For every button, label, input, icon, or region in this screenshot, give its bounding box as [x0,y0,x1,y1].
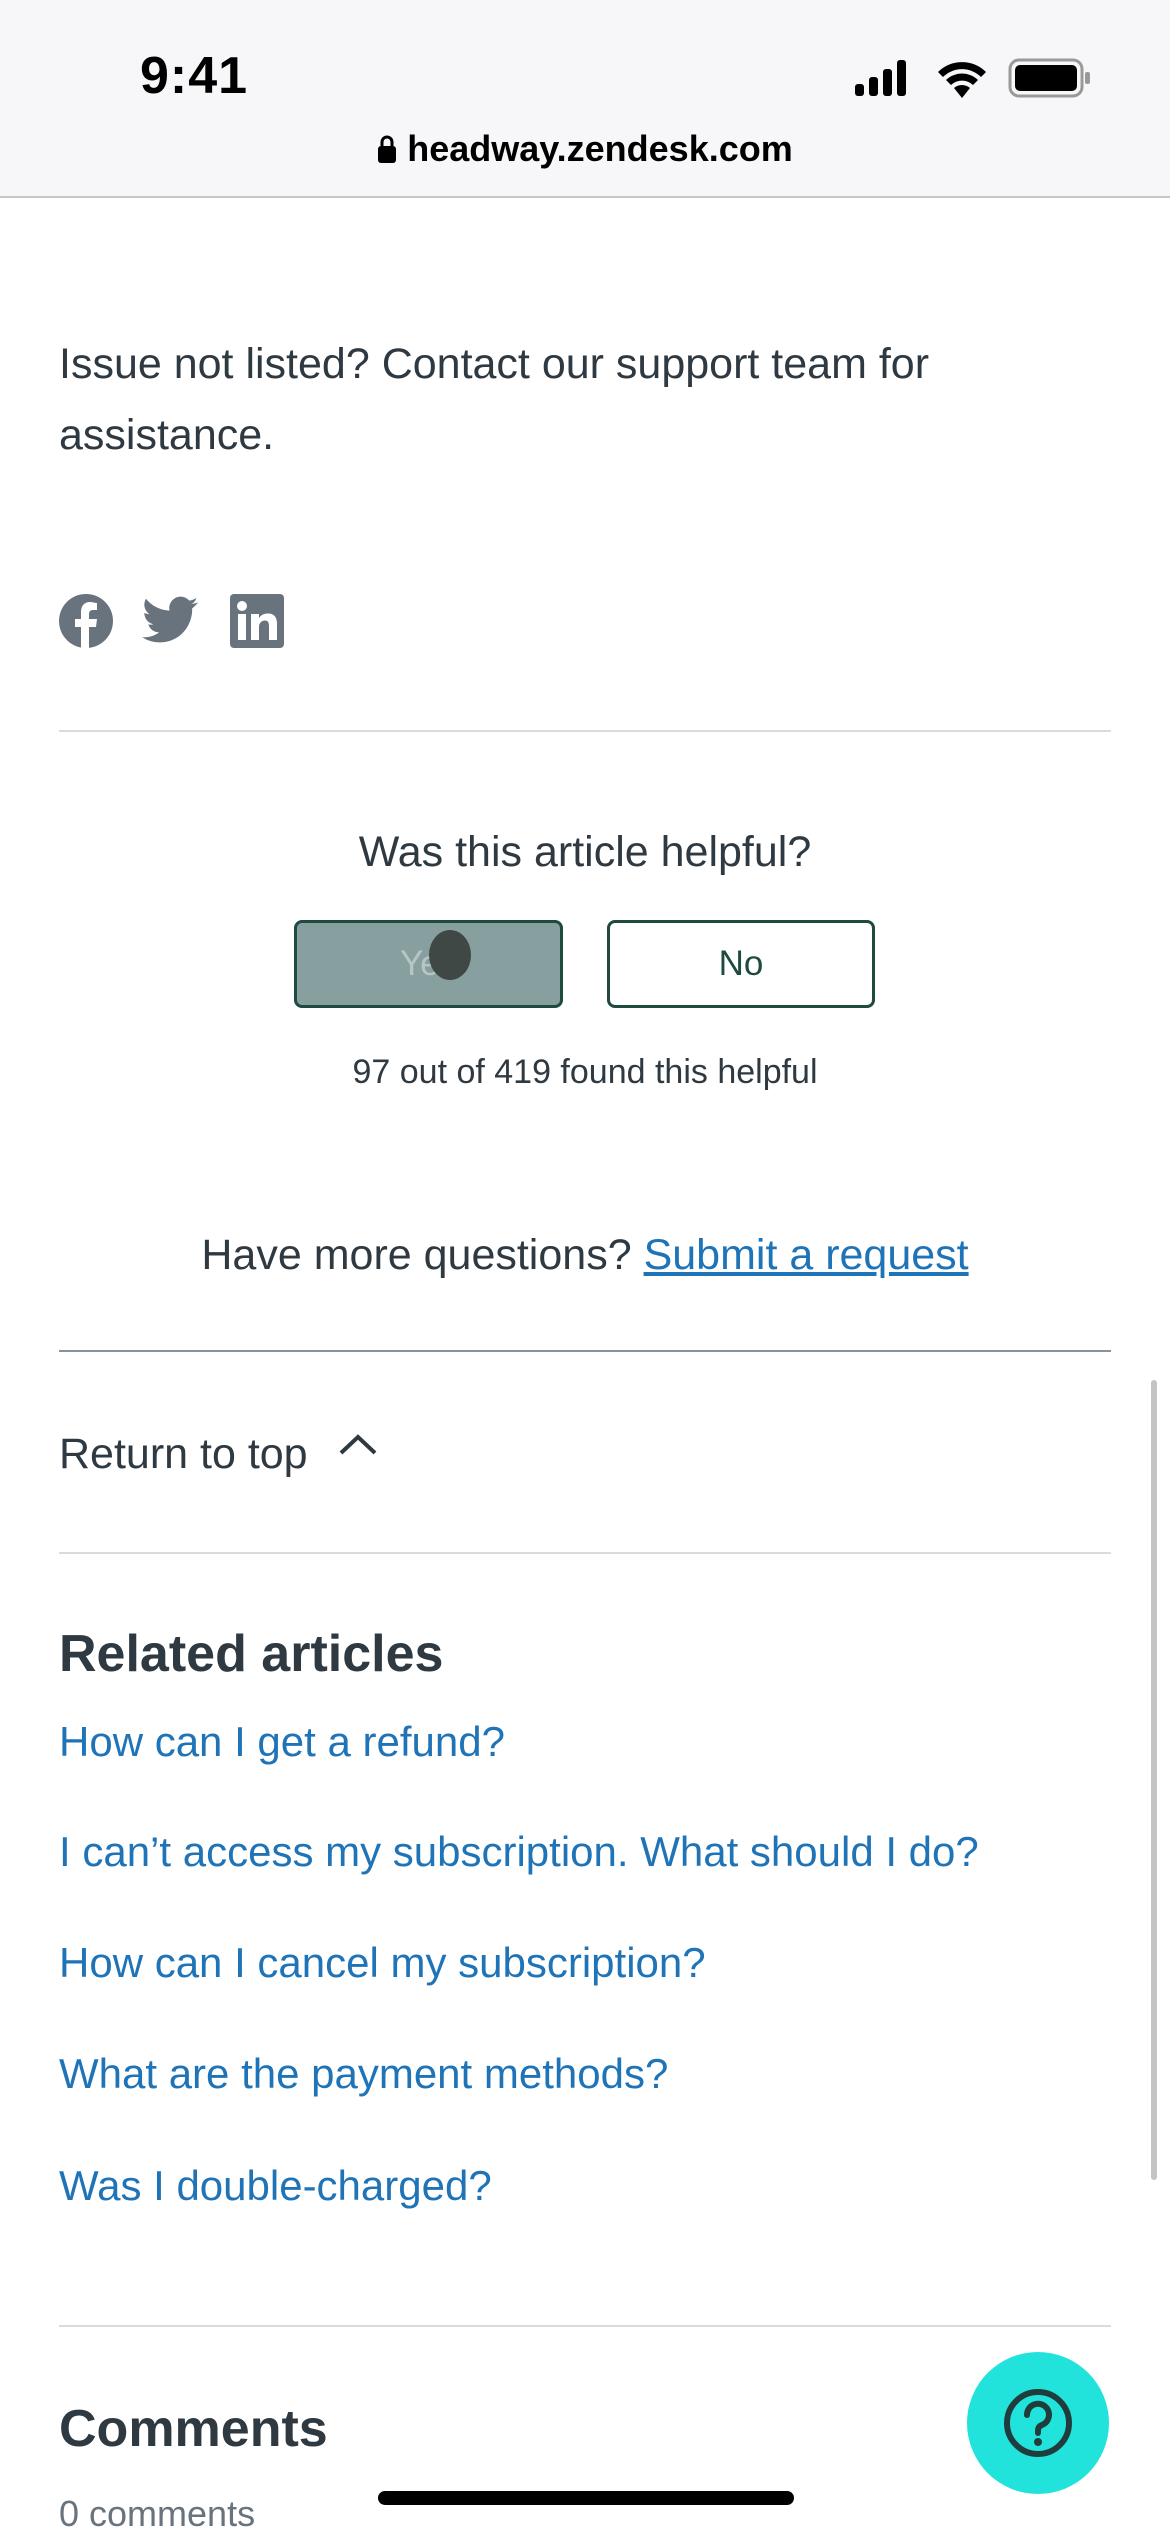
vote-no-button[interactable]: No [607,920,875,1008]
chevron-up-icon [339,1434,376,1455]
browser-status-bar: 9:41 headway.zendesk.com [0,0,1170,198]
wifi-icon [938,62,986,98]
signal-icon [855,60,906,96]
no-label: No [718,944,764,983]
help-button[interactable] [967,2352,1109,2494]
address-bar[interactable]: headway.zendesk.com [0,128,1170,170]
twitter-icon[interactable] [142,596,198,644]
related-article-link[interactable]: How can I cancel my subscription? [59,1939,706,1987]
divider [59,1552,1111,1554]
battery-icon [1008,58,1090,98]
vote-question: Was this article helpful? [358,828,812,876]
article-paragraph-line: Issue not listed? Contact our support te… [59,340,930,388]
question-icon [1004,2389,1072,2457]
clock: 9:41 [140,47,249,105]
facebook-icon[interactable] [59,594,113,648]
more-questions: Have more questions? Submit a request [0,1231,1170,1280]
more-questions-text: Have more questions? [201,1231,632,1279]
vote-yes-button[interactable]: Yes [294,920,563,1008]
return-to-top-label: Return to top [59,1430,308,1478]
return-to-top-link[interactable]: Return to top [59,1430,378,1479]
comments-title: Comments [59,2400,328,2458]
divider [59,1350,1111,1352]
url-text: headway.zendesk.com [407,128,793,169]
submit-request-link[interactable]: Submit a request [644,1231,969,1279]
related-article-link[interactable]: I can’t access my subscription. What sho… [59,1828,979,1876]
related-article-link[interactable]: What are the payment methods? [59,2050,668,2098]
divider [59,2325,1111,2327]
home-indicator [378,2491,794,2505]
divider [59,730,1111,732]
touch-indicator [429,930,471,980]
related-articles-title: Related articles [59,1625,444,1683]
scrollbar[interactable] [1151,1380,1157,2180]
comments-count: 0 comments [59,2493,256,2534]
related-article-link[interactable]: How can I get a refund? [59,1718,505,1766]
vote-summary: 97 out of 419 found this helpful [352,1053,818,1091]
article-paragraph-line: assistance. [59,411,275,459]
lock-icon [378,135,397,163]
related-article-link[interactable]: Was I double-charged? [59,2162,492,2210]
linkedin-icon[interactable] [230,594,284,648]
